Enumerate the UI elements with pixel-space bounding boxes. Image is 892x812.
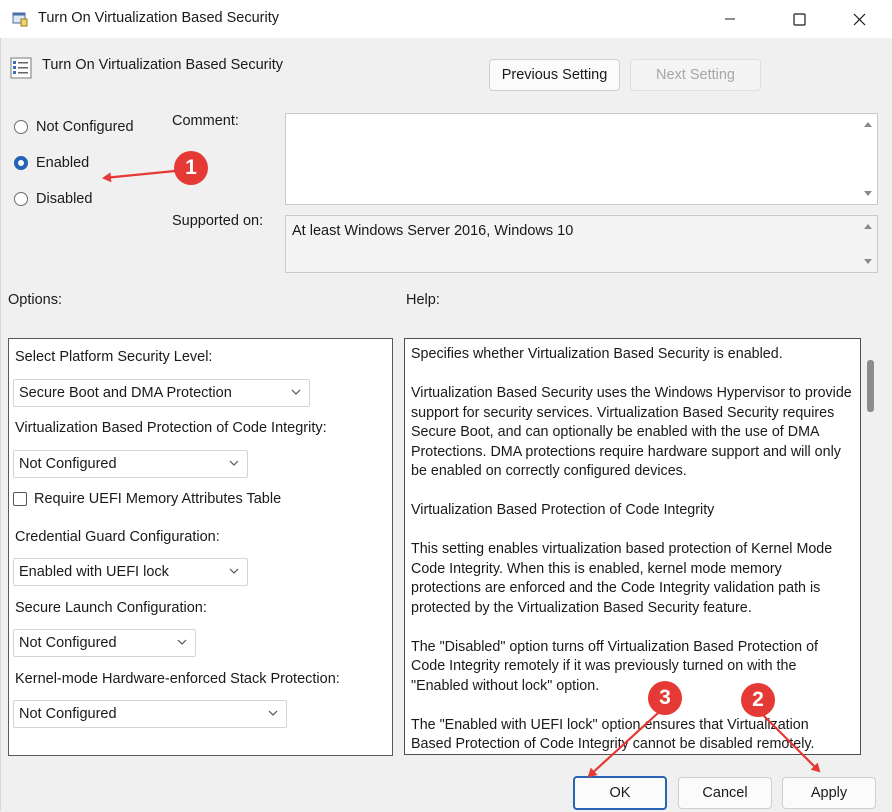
chevron-down-icon [177,639,187,645]
maximize-icon[interactable] [776,0,822,38]
options-panel: Select Platform Security Level: Secure B… [8,338,393,756]
supported-on-label: Supported on: [172,213,264,229]
secure-launch-label: Secure Launch Configuration: [15,600,207,616]
help-scrollbar[interactable] [862,338,879,755]
help-paragraph: Virtualization Based Protection of Code … [411,502,715,518]
secure-launch-value: Not Configured [19,635,117,651]
radio-enabled[interactable]: Enabled [14,155,89,171]
radio-not-configured-label: Not Configured [36,119,134,135]
annotation-badge-2: 2 [741,683,775,717]
help-paragraph: The "Disabled" option turns off Virtuali… [411,638,818,694]
platform-security-label: Select Platform Security Level: [15,349,213,365]
chevron-down-icon [229,568,239,574]
scroll-down-icon[interactable] [864,191,872,196]
platform-security-select[interactable]: Secure Boot and DMA Protection [13,379,310,407]
uefi-memory-checkbox-label: Require UEFI Memory Attributes Table [34,491,282,507]
radio-not-configured[interactable]: Not Configured [14,119,134,135]
policy-setting-icon [10,57,32,79]
comment-field[interactable] [285,113,878,205]
annotation-badge-3: 3 [648,681,682,715]
help-paragraph: The "Enabled with UEFI lock" option ensu… [411,716,815,753]
minimize-icon[interactable] [707,0,753,38]
radio-enabled-indicator[interactable] [14,156,28,170]
next-setting-button[interactable]: Next Setting [630,59,761,91]
help-paragraph: Specifies whether Virtualization Based S… [411,346,783,362]
help-label: Help: [406,292,440,308]
cancel-button[interactable]: Cancel [678,777,772,809]
stack-protection-value: Not Configured [19,706,117,722]
supported-scrollbar[interactable] [860,216,877,272]
ok-button[interactable]: OK [573,776,667,810]
vbs-code-integrity-select[interactable]: Not Configured [13,450,248,478]
scrollbar-thumb[interactable] [867,360,874,412]
credential-guard-value: Enabled with UEFI lock [19,564,169,580]
radio-disabled-label: Disabled [36,191,93,207]
supported-on-field: At least Windows Server 2016, Windows 10 [285,215,878,273]
window-title: Turn On Virtualization Based Security [38,10,279,26]
radio-enabled-label: Enabled [36,155,90,171]
help-panel: Specifies whether Virtualization Based S… [404,338,861,755]
previous-setting-button[interactable]: Previous Setting [489,59,620,91]
vbs-code-integrity-label: Virtualization Based Protection of Code … [15,420,327,436]
options-label: Options: [8,292,62,308]
uefi-memory-checkbox[interactable] [13,492,27,506]
close-icon[interactable] [836,0,882,38]
scroll-down-icon[interactable] [864,259,872,264]
radio-disabled[interactable]: Disabled [14,191,92,207]
policy-title: Turn On Virtualization Based Security [42,57,283,73]
radio-disabled-indicator[interactable] [14,192,28,206]
chevron-down-icon [229,460,239,466]
comment-label: Comment: [172,113,239,129]
chevron-down-icon [268,710,278,716]
chevron-down-icon [291,389,301,395]
uefi-memory-checkbox-row[interactable]: Require UEFI Memory Attributes Table [13,491,281,507]
scroll-up-icon[interactable] [864,224,872,229]
comment-scrollbar[interactable] [860,114,877,204]
vbs-code-integrity-value: Not Configured [19,456,117,472]
help-paragraph: This setting enables virtualization base… [411,541,833,616]
supported-on-value: At least Windows Server 2016, Windows 10 [292,223,574,239]
annotation-badge-1: 1 [174,151,208,185]
platform-security-value: Secure Boot and DMA Protection [19,385,232,401]
help-paragraph: Virtualization Based Security uses the W… [411,385,852,479]
radio-not-configured-indicator[interactable] [14,120,28,134]
scroll-up-icon[interactable] [864,122,872,127]
apply-button[interactable]: Apply [782,777,876,809]
credential-guard-label: Credential Guard Configuration: [15,529,220,545]
secure-launch-select[interactable]: Not Configured [13,629,196,657]
stack-protection-label: Kernel-mode Hardware-enforced Stack Prot… [15,671,340,687]
help-text: Specifies whether Virtualization Based S… [411,345,853,754]
stack-protection-select[interactable]: Not Configured [13,700,287,728]
policy-window-icon [12,11,28,27]
credential-guard-select[interactable]: Enabled with UEFI lock [13,558,248,586]
